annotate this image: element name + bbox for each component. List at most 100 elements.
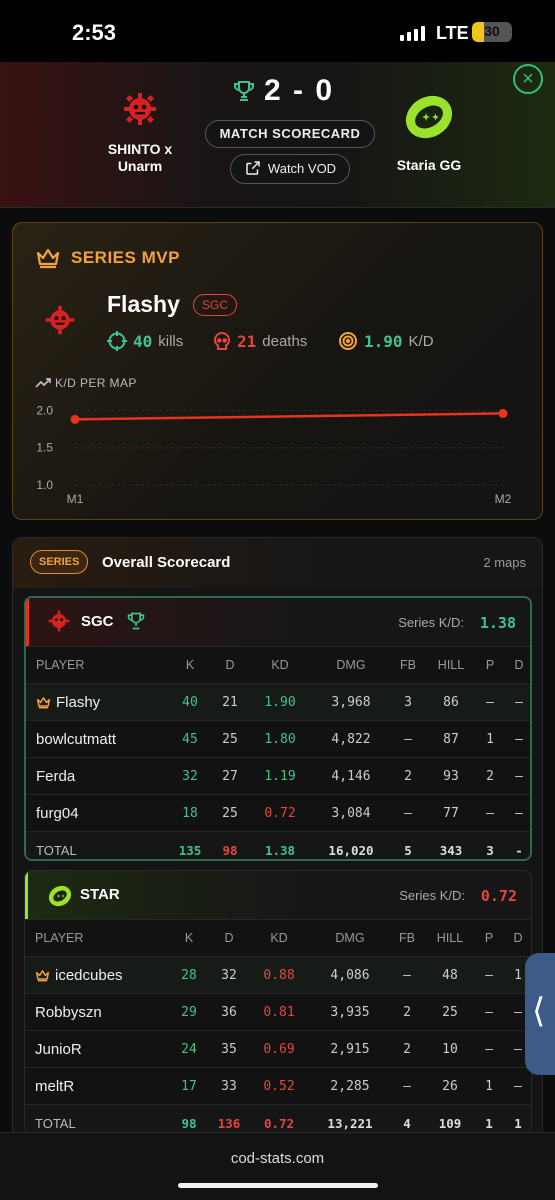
table-row[interactable]: meltR 17 33 0.52 2,285 – 26 1 –	[25, 1067, 531, 1105]
k-cell: 40	[168, 683, 212, 721]
hill-cell: 10	[425, 1030, 475, 1068]
dd-cell: -	[504, 831, 530, 859]
col-dmg[interactable]: DMG	[311, 919, 389, 957]
col-d[interactable]: D	[212, 646, 248, 684]
player-name[interactable]: furg04	[26, 794, 168, 832]
table-row[interactable]: Robbyszn 29 36 0.81 3,935 2 25 – –	[25, 993, 531, 1031]
table-row[interactable]: bowlcutmatt 45 25 1.80 4,822 – 87 1 –	[26, 720, 530, 758]
col-fb[interactable]: FB	[390, 646, 426, 684]
player-cell: Flashy	[26, 683, 168, 721]
k-cell: 17	[167, 1067, 211, 1105]
team-accent-bar	[25, 871, 28, 919]
hill-cell: 343	[426, 831, 476, 859]
shinto-logo-icon	[124, 93, 156, 125]
dmg-cell: 2,915	[311, 1030, 389, 1068]
table-row[interactable]: furg04 18 25 0.72 3,084 – 77 – –	[26, 794, 530, 832]
close-button[interactable]: ×	[513, 64, 543, 94]
x-tick-label: M1	[67, 492, 84, 506]
crown-icon	[35, 969, 50, 981]
fb-cell: 3	[390, 683, 426, 721]
dmg-cell: 2,285	[311, 1067, 389, 1105]
battery-icon: 30	[472, 22, 512, 42]
dmg-cell: 3,935	[311, 993, 389, 1031]
home-indicator[interactable]	[178, 1183, 378, 1188]
url-bar[interactable]: cod-stats.com	[0, 1150, 555, 1167]
team-right[interactable]: Staria GG	[384, 90, 474, 174]
player-name[interactable]: Flashy	[56, 694, 100, 711]
player-name[interactable]: Ferda	[26, 757, 168, 795]
side-panel-handle[interactable]: ⟨	[525, 953, 555, 1075]
col-dd[interactable]: D	[503, 919, 531, 957]
kd-cell: 1.90	[248, 683, 312, 721]
team-card-sgc: SGC Series K/D: 1.38 PLAYER K D KD DMG F…	[24, 596, 532, 861]
total-label: TOTAL	[26, 831, 168, 859]
x-tick-label: M2	[495, 492, 512, 506]
dd-cell: –	[504, 794, 530, 832]
y-tick-label: 1.0	[36, 478, 53, 492]
col-p[interactable]: P	[476, 646, 504, 684]
table-row[interactable]: Ferda 32 27 1.19 4,146 2 93 2 –	[26, 757, 530, 795]
k-cell: 18	[168, 794, 212, 832]
match-score: 2 - 0	[264, 74, 335, 107]
match-scorecard-button[interactable]: MATCH SCORECARD	[205, 120, 375, 148]
k-cell: 28	[167, 956, 211, 994]
y-tick-label: 1.5	[36, 441, 53, 455]
dd-cell: 1	[503, 1104, 531, 1134]
col-hill[interactable]: HILL	[425, 919, 475, 957]
col-p[interactable]: P	[475, 919, 503, 957]
player-name[interactable]: Robbyszn	[25, 993, 167, 1031]
kd-chart-title: K/D PER MAP	[55, 376, 137, 390]
col-k[interactable]: K	[167, 919, 211, 957]
mvp-team-tag: SGC	[193, 294, 238, 316]
player-name[interactable]: bowlcutmatt	[26, 720, 168, 758]
col-hill[interactable]: HILL	[426, 646, 476, 684]
dmg-cell: 3,968	[312, 683, 390, 721]
series-kd-label: Series K/D:	[399, 888, 465, 903]
fb-cell: 2	[390, 757, 426, 795]
mvp-kd-stat: 1.90 K/D	[338, 331, 434, 351]
dmg-cell: 3,084	[312, 794, 390, 832]
col-dmg[interactable]: DMG	[312, 646, 390, 684]
player-name[interactable]: meltR	[25, 1067, 167, 1105]
p-cell: 3	[476, 831, 504, 859]
kd-cell: 0.52	[247, 1067, 311, 1105]
dd-cell: –	[504, 757, 530, 795]
table-row[interactable]: Flashy 40 21 1.90 3,968 3 86 – –	[26, 683, 530, 721]
col-fb[interactable]: FB	[389, 919, 425, 957]
clock: 2:53	[72, 20, 117, 45]
hill-cell: 86	[426, 683, 476, 721]
kd-cell: 1.80	[248, 720, 312, 758]
team-name: SGC	[81, 613, 114, 630]
p-cell: –	[476, 794, 504, 832]
fb-cell: 2	[389, 993, 425, 1031]
k-cell: 24	[167, 1030, 211, 1068]
mvp-kd-value: 1.90	[364, 331, 403, 351]
col-kd[interactable]: KD	[248, 646, 312, 684]
player-name[interactable]: icedcubes	[55, 967, 123, 984]
col-player[interactable]: PLAYER	[25, 919, 167, 957]
hill-cell: 48	[425, 956, 475, 994]
p-cell: 1	[475, 1067, 503, 1105]
series-line	[74, 412, 504, 421]
col-player[interactable]: PLAYER	[26, 646, 168, 684]
team-accent-bar	[26, 598, 29, 646]
kd-cell: 1.38	[248, 831, 312, 859]
kd-chart-label: K/D PER MAP	[35, 376, 137, 390]
table-row[interactable]: icedcubes 28 32 0.88 4,086 – 48 – 1	[25, 956, 531, 994]
kd-cell: 0.72	[247, 1104, 311, 1134]
col-kd[interactable]: KD	[247, 919, 311, 957]
col-k[interactable]: K	[168, 646, 212, 684]
player-cell: icedcubes	[25, 956, 167, 994]
fb-cell: 4	[389, 1104, 425, 1134]
hill-cell: 93	[426, 757, 476, 795]
k-cell: 45	[168, 720, 212, 758]
player-name[interactable]: JunioR	[25, 1030, 167, 1068]
col-dd[interactable]: D	[504, 646, 530, 684]
dd-cell: –	[504, 720, 530, 758]
col-d[interactable]: D	[211, 919, 247, 957]
mvp-title: SERIES MVP	[71, 248, 180, 267]
series-kd-value: 0.72	[480, 887, 517, 905]
team-left[interactable]: SHINTO x Unarm	[92, 92, 188, 175]
watch-vod-button[interactable]: Watch VOD	[230, 154, 350, 184]
table-row[interactable]: JunioR 24 35 0.69 2,915 2 10 – –	[25, 1030, 531, 1068]
